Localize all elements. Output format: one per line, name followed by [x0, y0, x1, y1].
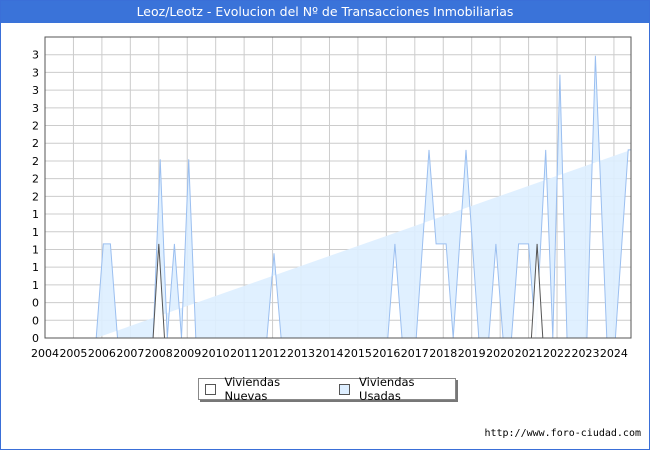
legend-label-usadas: Viviendas Usadas — [359, 375, 415, 403]
chart-frame: Leoz/Leotz - Evolucion del Nº de Transac… — [0, 0, 650, 450]
y-tick-label: 3 — [32, 66, 39, 79]
x-tick-label: 2020 — [486, 347, 514, 360]
x-tick-label: 2013 — [287, 347, 315, 360]
x-tick-label: 2024 — [600, 347, 628, 360]
x-tick-label: 2018 — [429, 347, 457, 360]
legend-swatch-nuevas — [205, 383, 216, 395]
x-tick-label: 2004 — [31, 347, 59, 360]
x-tick-label: 2005 — [59, 347, 87, 360]
y-tick-label: 0 — [32, 314, 39, 327]
y-axis-ticks: 0 0 0 1 1 1 1 1 2 2 2 2 2 3 3 3 3 — [32, 49, 39, 345]
x-tick-label: 2017 — [401, 347, 429, 360]
x-tick-label: 2006 — [88, 347, 116, 360]
legend-item-nuevas: Viviendas Nuevas — [205, 375, 321, 403]
chart-legend: Viviendas Nuevas Viviendas Usadas — [198, 375, 456, 403]
y-tick-label: 1 — [32, 243, 39, 256]
x-tick-label: 2019 — [458, 347, 486, 360]
x-tick-label: 2010 — [202, 347, 230, 360]
x-tick-label: 2023 — [571, 347, 599, 360]
y-tick-label: 0 — [32, 297, 39, 310]
x-tick-label: 2015 — [344, 347, 372, 360]
source-link[interactable]: http://www.foro-ciudad.com — [484, 428, 641, 439]
x-tick-label: 2021 — [515, 347, 543, 360]
legend-swatch-usadas — [339, 383, 351, 395]
x-tick-label: 2012 — [259, 347, 287, 360]
legend-item-usadas: Viviendas Usadas — [339, 375, 455, 403]
y-tick-label: 2 — [32, 190, 39, 203]
x-tick-label: 2009 — [173, 347, 201, 360]
y-tick-label: 1 — [32, 279, 39, 292]
y-tick-label: 3 — [32, 49, 39, 62]
x-tick-label: 2014 — [315, 347, 343, 360]
x-tick-label: 2007 — [116, 347, 144, 360]
x-axis-ticks: 2004 2005 2006 2007 2008 2009 2010 2011 2012 2013… — [31, 347, 628, 360]
y-tick-label: 2 — [32, 137, 39, 150]
y-tick-label: 2 — [32, 173, 39, 186]
y-tick-label: 2 — [32, 155, 39, 168]
x-tick-label: 2022 — [543, 347, 571, 360]
y-tick-label: 1 — [32, 261, 39, 274]
x-tick-label: 2011 — [230, 347, 258, 360]
y-tick-label: 0 — [32, 332, 39, 345]
y-tick-label: 3 — [32, 84, 39, 97]
x-tick-label: 2016 — [372, 347, 400, 360]
y-tick-label: 2 — [32, 120, 39, 133]
y-tick-label: 1 — [32, 226, 39, 239]
x-tick-label: 2008 — [145, 347, 173, 360]
y-tick-label: 1 — [32, 208, 39, 221]
legend-label-nuevas: Viviendas Nuevas — [224, 375, 281, 403]
y-tick-label: 3 — [32, 102, 39, 115]
